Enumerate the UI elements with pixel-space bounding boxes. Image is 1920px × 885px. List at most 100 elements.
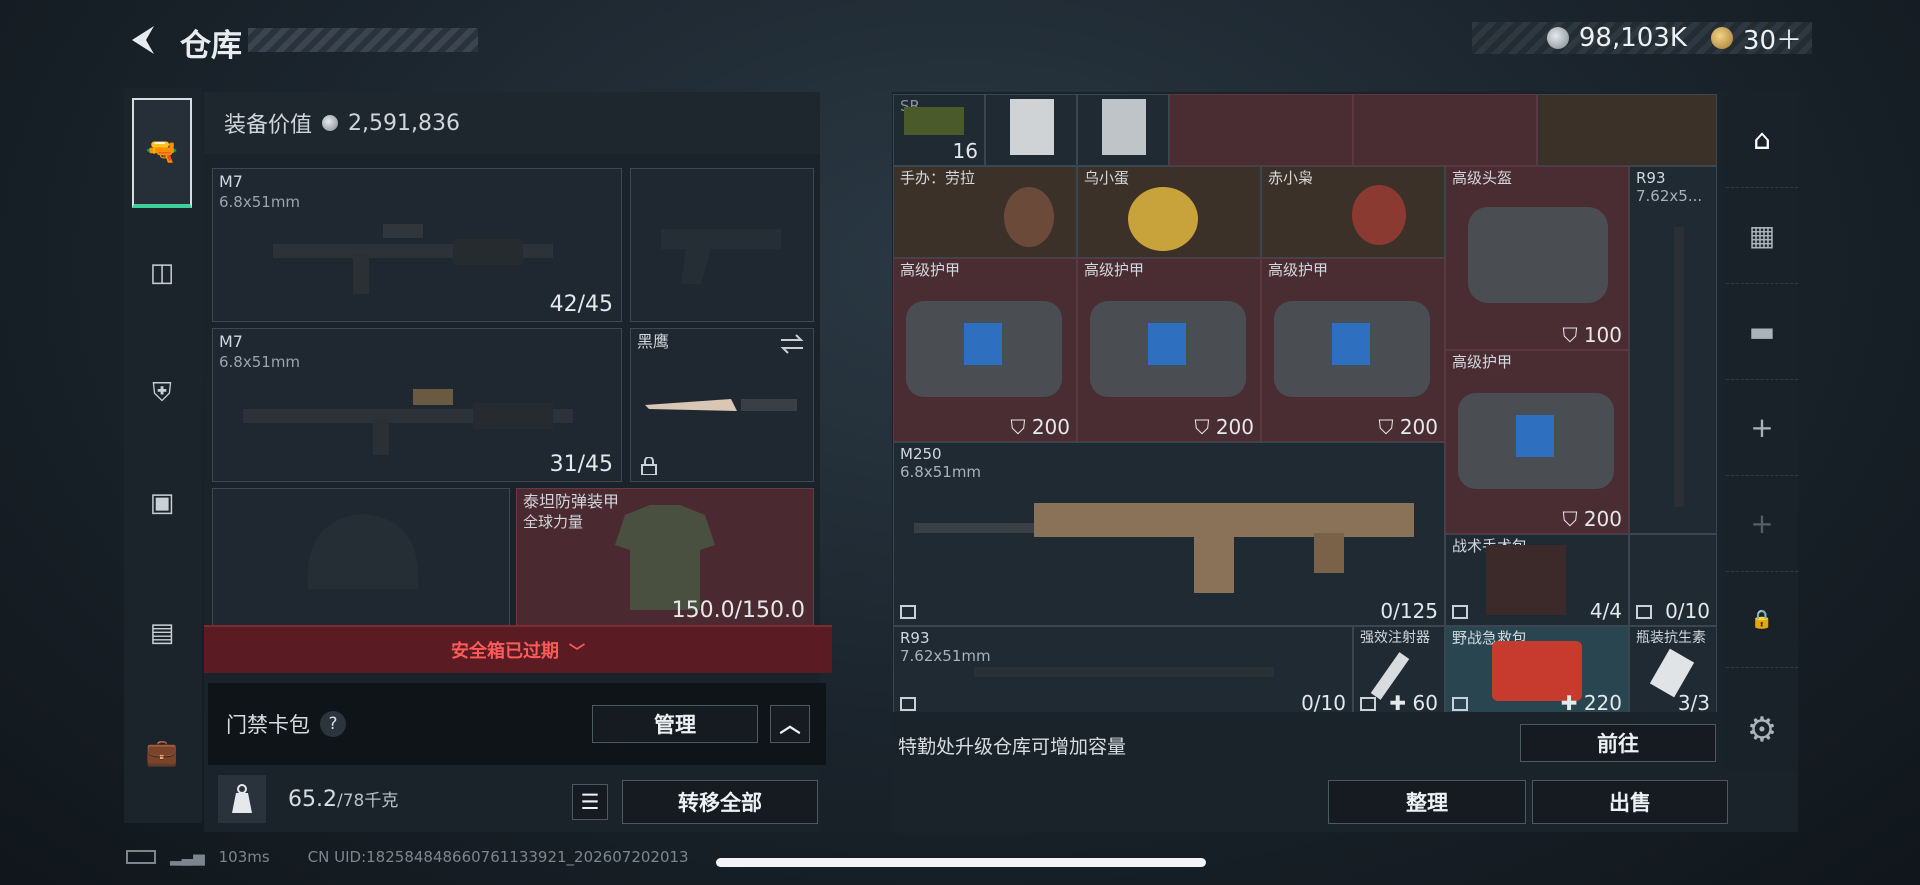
- sort-button[interactable]: 整理: [1328, 780, 1526, 824]
- equipment-value-row: 装备价值 2,591,836: [204, 92, 820, 154]
- storage-item[interactable]: [1537, 94, 1717, 166]
- storage-item[interactable]: 瓶装抗生素 3/3: [1629, 626, 1717, 712]
- storage-item[interactable]: 0/10: [1629, 534, 1717, 626]
- storage-item[interactable]: 高级护甲 ⛉ 200: [1261, 258, 1445, 442]
- item-name: 高级护甲: [1084, 261, 1145, 279]
- item-name: R93: [1636, 169, 1666, 187]
- goto-button[interactable]: 前往: [1520, 724, 1716, 762]
- durability: 200: [1399, 415, 1438, 439]
- sidearm-slot[interactable]: [630, 168, 814, 322]
- storage-item[interactable]: [1353, 94, 1537, 166]
- helmet-case-icon: [1468, 207, 1608, 303]
- item-count: ✚ 60: [1389, 691, 1438, 712]
- weight-total: /78千克: [336, 791, 399, 811]
- storage-item[interactable]: 高级护甲 ⛉ 200: [893, 258, 1077, 442]
- page-title: 仓库: [180, 28, 242, 64]
- sidebar-case-tab[interactable]: 💼: [132, 698, 192, 808]
- helmet-slot[interactable]: [212, 488, 510, 628]
- backpack-icon: ▣: [149, 488, 175, 518]
- storage-item[interactable]: 手办：劳拉: [893, 166, 1077, 258]
- armor-case-icon: [1274, 301, 1430, 397]
- storage-item[interactable]: 高级护甲 ⛉ 200: [1077, 258, 1261, 442]
- card-icon: [1010, 99, 1054, 155]
- help-icon[interactable]: ?: [320, 711, 346, 737]
- no-insure-icon: [1360, 697, 1376, 711]
- storage-item[interactable]: [1077, 94, 1169, 166]
- item-name: 高级护甲: [900, 261, 961, 279]
- body-armor-icon: [615, 505, 715, 610]
- gun-case-icon: ▬: [1748, 315, 1776, 348]
- collapse-button[interactable]: ︿: [770, 705, 810, 743]
- safe-box-expired-banner[interactable]: 安全箱已过期 ﹀: [204, 625, 832, 673]
- warehouse-tab[interactable]: ⌂: [1726, 92, 1798, 188]
- rifle-icon: [243, 389, 573, 455]
- storage-item[interactable]: M250 6.8x51mm 0/125: [893, 442, 1445, 626]
- locked-tab[interactable]: 🔒: [1726, 572, 1798, 668]
- chevron-down-icon: ﹀: [568, 642, 585, 661]
- storage-item[interactable]: R93 7.62x5...: [1629, 166, 1717, 534]
- expired-text: 安全箱已过期: [450, 641, 559, 662]
- figurine-icon: [1128, 187, 1198, 251]
- durability: 150.0/150.0: [671, 598, 805, 623]
- gold-amount[interactable]: 30＋: [1743, 20, 1802, 57]
- item-count: ⛉ 100: [1562, 323, 1622, 347]
- primary-weapon-slot-2[interactable]: M7 6.8x51mm 31/45: [212, 328, 622, 482]
- sell-button[interactable]: 出售: [1532, 780, 1728, 824]
- add-tab-button[interactable]: +: [1726, 476, 1798, 572]
- item-count: 4/4: [1589, 599, 1622, 623]
- gold-coin-icon: [1710, 27, 1733, 49]
- settings-button[interactable]: ⚙: [1726, 682, 1798, 778]
- card-icon: [1102, 99, 1146, 155]
- storage-item[interactable]: [985, 94, 1077, 166]
- plus-icon: +: [1750, 507, 1774, 540]
- storage-item[interactable]: 野战急救包 ✚ 220: [1445, 626, 1629, 712]
- weight-icon: [218, 775, 266, 823]
- storage-item[interactable]: 强效注射器 ✚ 60: [1353, 626, 1445, 712]
- manage-button[interactable]: 管理: [592, 705, 758, 743]
- case-icon: 💼: [145, 738, 179, 768]
- pouch-icon: ▤: [149, 618, 175, 648]
- sidebar-armor-tab[interactable]: ⛨: [132, 338, 192, 448]
- durability: 100: [1583, 323, 1622, 347]
- no-insure-icon: [1452, 605, 1468, 619]
- sidebar-backpack-tab[interactable]: ▣: [132, 448, 192, 558]
- equipment-category-sidebar: 🔫 ◫ ⛨ ▣ ▤ 💼: [124, 88, 202, 823]
- case-tab[interactable]: ▦: [1726, 188, 1798, 284]
- storage-item[interactable]: 乌小蛋: [1077, 166, 1261, 258]
- storage-item[interactable]: 高级护甲 ⛉ 200: [1445, 350, 1629, 534]
- weapon-case-tab[interactable]: ▬: [1726, 284, 1798, 380]
- equipment-value: 2,591,836: [348, 110, 460, 136]
- chevron-up-icon: ︿: [779, 713, 801, 737]
- item-count: 3/3: [1677, 691, 1710, 712]
- storage-item[interactable]: 战术手术包4/4: [1445, 534, 1629, 626]
- sidebar-vest-tab[interactable]: ◫: [132, 218, 192, 328]
- pistol-icon: 🔫: [145, 137, 179, 167]
- storage-item[interactable]: SR 16: [893, 94, 985, 166]
- transfer-all-button[interactable]: 转移全部: [622, 780, 818, 824]
- melee-slot[interactable]: 黑鹰: [630, 328, 814, 482]
- primary-weapon-slot-1[interactable]: M7 6.8x51mm 42/45: [212, 168, 622, 322]
- sniper-rifle-icon: [974, 667, 1274, 677]
- upgrade-hint: 特勤处升级仓库可增加容量: [898, 736, 1127, 758]
- item-name: 赤小枭: [1268, 169, 1314, 187]
- no-insure-icon: [900, 697, 916, 711]
- armor-icon: ⛨: [152, 377, 172, 408]
- storage-item[interactable]: 高级头盔 ⛉ 100: [1445, 166, 1629, 350]
- durability: 200: [1031, 415, 1070, 439]
- item-count: ⛉ 200: [1562, 507, 1622, 531]
- equipment-value-label: 装备价值: [224, 113, 313, 138]
- storage-item[interactable]: R93 7.62x51mm 0/10: [893, 626, 1353, 712]
- item-name: R93: [900, 629, 930, 647]
- armor-slot[interactable]: 泰坦防弹装甲 全球力量 150.0/150.0: [516, 488, 814, 628]
- currency-bar: 98,103K 30＋: [1472, 20, 1812, 57]
- storage-item[interactable]: 赤小枭: [1261, 166, 1445, 258]
- swap-arrows-icon[interactable]: [779, 333, 805, 355]
- armor-case-icon: [1458, 393, 1614, 489]
- home-indicator[interactable]: [716, 858, 1206, 867]
- sidebar-weapon-tab[interactable]: 🔫: [132, 98, 192, 208]
- sidebar-pouch-tab[interactable]: ▤: [132, 578, 192, 688]
- list-view-button[interactable]: ☰: [572, 784, 608, 820]
- back-arrow-icon[interactable]: [126, 22, 162, 58]
- add-tab-button[interactable]: +: [1726, 380, 1798, 476]
- storage-item[interactable]: [1169, 94, 1353, 166]
